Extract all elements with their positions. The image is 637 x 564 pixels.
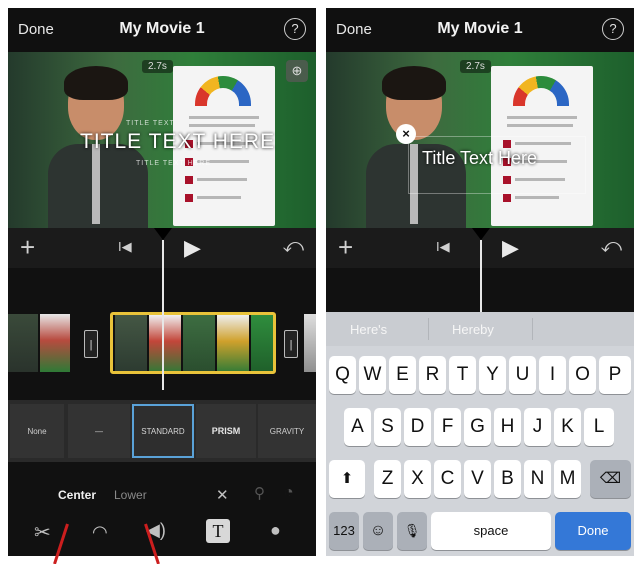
key-o[interactable]: O <box>569 356 596 394</box>
key-z[interactable]: Z <box>374 460 401 498</box>
style-gravity[interactable]: GRAVITY <box>258 404 316 458</box>
close-icon[interactable]: × <box>396 124 416 144</box>
clock-icon[interactable]: ◔ <box>284 484 294 502</box>
shift-key-icon[interactable]: ⬆ <box>329 460 365 498</box>
key-x[interactable]: X <box>404 460 431 498</box>
style-dash[interactable]: — <box>68 404 130 458</box>
key-u[interactable]: U <box>509 356 536 394</box>
playhead-marker-icon <box>154 228 172 240</box>
clip-duration: 2.7s <box>460 60 491 73</box>
editing-toolbar: Center Lower ✕ ⚲ ◔ ✂ ◠ ◀) T ● <box>8 462 316 556</box>
top-bar: Done My Movie 1 ? <box>8 8 316 52</box>
title-style-picker: None — STANDARD PRISM GRAVITY <box>8 400 316 462</box>
scissors-icon[interactable]: ✂ <box>34 520 51 545</box>
clip-trim-handle-left[interactable]: | <box>84 330 98 358</box>
skip-back-icon[interactable]: I◀ <box>436 239 450 255</box>
keyboard: Here's Hereby Q W E R T Y U I O P A S D … <box>326 312 634 556</box>
style-prism[interactable]: PRISM <box>196 404 256 458</box>
key-d[interactable]: D <box>404 408 431 446</box>
timeline-clip[interactable] <box>304 314 316 372</box>
backspace-key-icon[interactable]: ⌫ <box>590 460 631 498</box>
key-g[interactable]: G <box>464 408 491 446</box>
key-b[interactable]: B <box>494 460 521 498</box>
clip-duration: 2.7s <box>142 60 173 73</box>
add-media-icon[interactable]: + <box>338 232 353 263</box>
key-w[interactable]: W <box>359 356 386 394</box>
help-icon[interactable]: ? <box>284 18 306 40</box>
titles-icon[interactable]: T <box>206 519 230 543</box>
key-s[interactable]: S <box>374 408 401 446</box>
mute-icon[interactable]: ✕ <box>216 486 229 504</box>
selected-clip[interactable] <box>110 312 276 374</box>
play-icon[interactable]: ▶ <box>184 235 201 261</box>
keyboard-done-button[interactable]: Done <box>555 512 631 550</box>
key-k[interactable]: K <box>554 408 581 446</box>
key-j[interactable]: J <box>524 408 551 446</box>
key-a[interactable]: A <box>344 408 371 446</box>
mic-key-icon[interactable]: 🎙 <box>397 512 427 550</box>
style-none[interactable]: None <box>10 404 64 458</box>
clip-trim-handle-right[interactable]: | <box>284 330 298 358</box>
title-text-field[interactable]: Title Text Here <box>422 148 537 169</box>
project-title: My Movie 1 <box>437 20 523 37</box>
key-l[interactable]: L <box>584 408 614 446</box>
video-preview[interactable]: 2.7s ⊕ TITLE TEXT TITLE TEXT HERE TITLE … <box>8 52 316 228</box>
key-y[interactable]: Y <box>479 356 506 394</box>
help-icon[interactable]: ? <box>602 18 624 40</box>
speed-icon[interactable]: ◠ <box>92 522 108 543</box>
key-m[interactable]: M <box>554 460 581 498</box>
zoom-icon[interactable]: ⊕ <box>286 60 308 82</box>
undo-icon[interactable]: ⤺ <box>601 235 622 258</box>
video-preview[interactable]: 2.7s × Title Text Here <box>326 52 634 228</box>
playhead[interactable] <box>480 240 482 312</box>
key-i[interactable]: I <box>539 356 566 394</box>
key-q[interactable]: Q <box>329 356 356 394</box>
playhead[interactable] <box>162 240 164 390</box>
project-title: My Movie 1 <box>119 20 205 37</box>
key-v[interactable]: V <box>464 460 491 498</box>
timeline-clip[interactable] <box>8 314 76 372</box>
style-standard[interactable]: STANDARD <box>132 404 194 458</box>
key-p[interactable]: P <box>599 356 631 394</box>
position-lower-option[interactable]: Lower <box>114 488 147 502</box>
key-t[interactable]: T <box>449 356 476 394</box>
key-e[interactable]: E <box>389 356 416 394</box>
key-n[interactable]: N <box>524 460 551 498</box>
position-center-option[interactable]: Center <box>58 488 96 502</box>
suggestion-bar: Here's Hereby <box>326 312 634 346</box>
suggestion-item[interactable]: Here's <box>350 322 387 337</box>
add-media-icon[interactable]: + <box>20 232 35 263</box>
right-screen: Done My Movie 1 ? 2.7s × Title Text Here… <box>326 8 634 556</box>
title-text-small: TITLE TEXT <box>126 120 175 127</box>
playhead-marker-icon <box>472 228 490 240</box>
title-text-preview[interactable]: TITLE TEXT HERE <box>80 130 275 154</box>
location-icon[interactable]: ⚲ <box>254 484 265 502</box>
key-f[interactable]: F <box>434 408 461 446</box>
play-icon[interactable]: ▶ <box>502 235 519 261</box>
subtitle-text-small: TITLE TEXT HERE <box>136 160 212 167</box>
key-r[interactable]: R <box>419 356 446 394</box>
suggestion-item[interactable]: Hereby <box>452 322 494 337</box>
space-key[interactable]: space <box>431 512 551 550</box>
filters-icon[interactable]: ● <box>270 520 281 541</box>
top-bar: Done My Movie 1 ? <box>326 8 634 52</box>
key-h[interactable]: H <box>494 408 521 446</box>
numbers-key[interactable]: 123 <box>329 512 359 550</box>
key-c[interactable]: C <box>434 460 461 498</box>
undo-icon[interactable]: ⤺ <box>283 235 304 258</box>
emoji-key-icon[interactable]: ☺ <box>363 512 393 550</box>
skip-back-icon[interactable]: I◀ <box>118 239 132 255</box>
left-screen: Done My Movie 1 ? 2.7s ⊕ TITLE TEXT TITL… <box>8 8 316 556</box>
